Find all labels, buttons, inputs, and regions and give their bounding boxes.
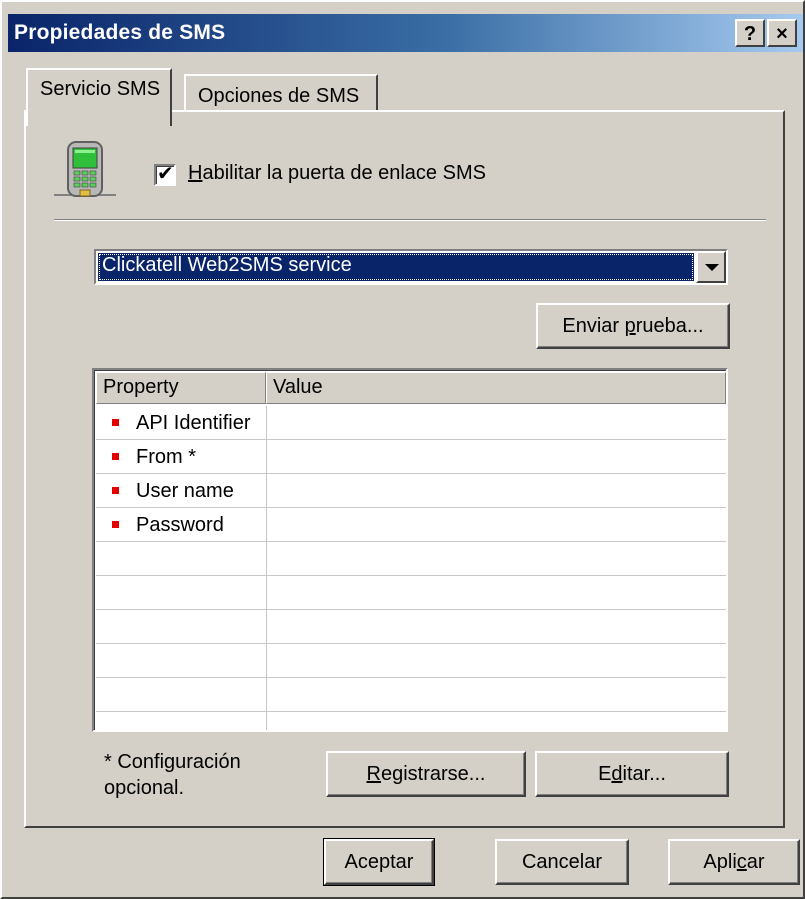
title-bar[interactable]: Propiedades de SMS ? ×: [8, 14, 803, 52]
dropdown-arrow-icon[interactable]: [696, 251, 726, 283]
empty-row[interactable]: [96, 712, 726, 730]
mobile-phone-icon: [54, 141, 116, 197]
property-name: User name: [136, 480, 234, 502]
enable-gateway-checkbox[interactable]: ✔: [154, 163, 176, 186]
register-button[interactable]: Registrarse...: [326, 751, 526, 797]
table-row[interactable]: API Identifier: [96, 406, 726, 440]
required-bullet-icon: [112, 521, 119, 528]
table-row[interactable]: From *: [96, 440, 726, 474]
column-header-property[interactable]: Property: [96, 372, 266, 404]
empty-row[interactable]: [96, 644, 726, 678]
required-bullet-icon: [112, 453, 119, 460]
tab-servicio-sms[interactable]: Servicio SMS: [26, 68, 173, 126]
properties-grid[interactable]: Property Value API Identifier From * Use…: [92, 368, 728, 732]
table-row[interactable]: User name: [96, 474, 726, 508]
sms-properties-dialog: Propiedades de SMS ? × Servicio SMS Opci…: [0, 0, 805, 899]
sms-service-select[interactable]: Clickatell Web2SMS service: [94, 249, 728, 285]
empty-row[interactable]: [96, 576, 726, 610]
cancel-button[interactable]: Cancelar: [495, 839, 629, 885]
separator: [54, 219, 766, 221]
edit-button[interactable]: Editar...: [535, 751, 729, 797]
sms-service-selected-value: Clickatell Web2SMS service: [98, 253, 694, 281]
property-name: From *: [136, 446, 196, 468]
send-test-button[interactable]: Enviar prueba...: [536, 303, 730, 349]
empty-row[interactable]: [96, 542, 726, 576]
required-bullet-icon: [112, 487, 119, 494]
empty-row[interactable]: [96, 678, 726, 712]
help-button[interactable]: ?: [735, 19, 765, 47]
ok-button[interactable]: Aceptar: [323, 838, 435, 886]
column-header-value[interactable]: Value: [266, 372, 726, 404]
empty-row[interactable]: [96, 610, 726, 644]
property-name: API Identifier: [136, 412, 251, 434]
table-row[interactable]: Password: [96, 508, 726, 542]
close-button[interactable]: ×: [767, 19, 797, 47]
property-name: Password: [136, 514, 224, 536]
enable-gateway-label[interactable]: Habilitar la puerta de enlace SMS: [188, 162, 486, 185]
optional-config-note: * Configuración opcional.: [104, 751, 241, 799]
grid-header: Property Value: [96, 372, 726, 404]
checkmark-icon: ✔: [157, 163, 174, 185]
window-title: Propiedades de SMS: [14, 21, 226, 44]
apply-button[interactable]: Aplicar: [668, 839, 800, 885]
required-bullet-icon: [112, 419, 119, 426]
